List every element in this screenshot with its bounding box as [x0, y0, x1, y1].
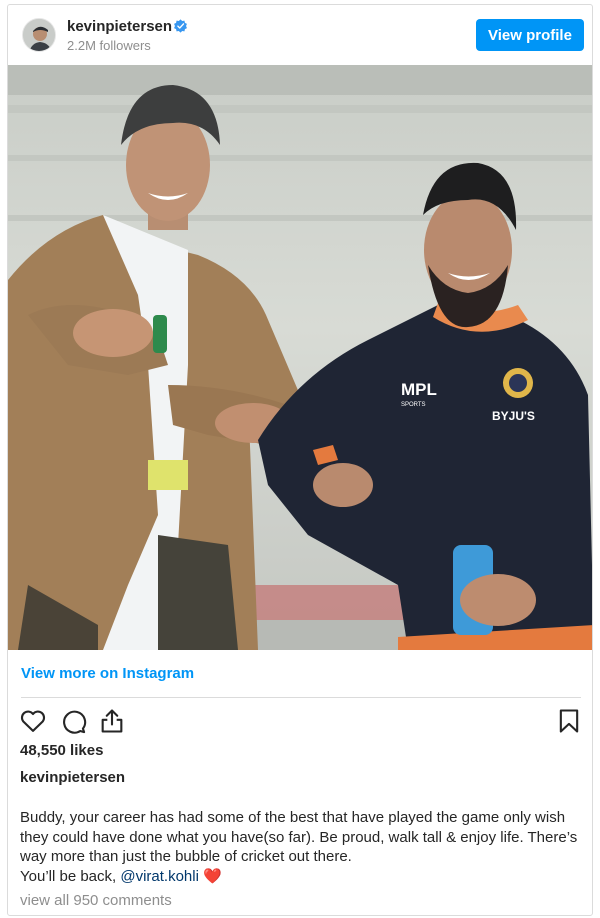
caption-username[interactable]: kevinpietersen	[20, 769, 125, 786]
share-icon[interactable]	[98, 707, 126, 735]
jersey-brand: MPL	[401, 380, 437, 399]
like-count[interactable]: 48,550 likes	[20, 742, 103, 759]
username[interactable]: kevinpietersen	[67, 18, 172, 35]
caption-line-2-prefix: You’ll be back,	[20, 867, 121, 885]
bookmark-icon[interactable]	[555, 707, 583, 735]
jersey-sponsor: BYJU'S	[492, 409, 535, 423]
caption-line-2: You’ll be back, @virat.kohli ❤️	[20, 867, 585, 887]
instagram-embed-card: kevinpietersen 2.2M followers View profi…	[7, 4, 593, 916]
view-profile-button[interactable]: View profile	[476, 19, 584, 51]
heart-emoji: ❤️	[203, 867, 222, 885]
jersey-brand-small: SPORTS	[401, 402, 426, 408]
view-more-link[interactable]: View more on Instagram	[21, 665, 194, 682]
comment-icon[interactable]	[59, 707, 87, 735]
avatar[interactable]	[22, 18, 56, 52]
post-photo[interactable]: MPL SPORTS BYJU'S	[8, 65, 593, 650]
follower-count: 2.2M followers	[67, 38, 151, 53]
post-header: kevinpietersen 2.2M followers View profi…	[8, 5, 592, 65]
mention-link[interactable]: @virat.kohli	[120, 868, 199, 885]
view-comments-link[interactable]: view all 950 comments	[20, 892, 172, 909]
divider	[21, 697, 581, 698]
heart-icon[interactable]	[19, 707, 47, 735]
caption: Buddy, your career has had some of the b…	[20, 808, 585, 886]
caption-text: Buddy, your career has had some of the b…	[20, 809, 578, 865]
verified-badge-icon	[174, 19, 187, 33]
